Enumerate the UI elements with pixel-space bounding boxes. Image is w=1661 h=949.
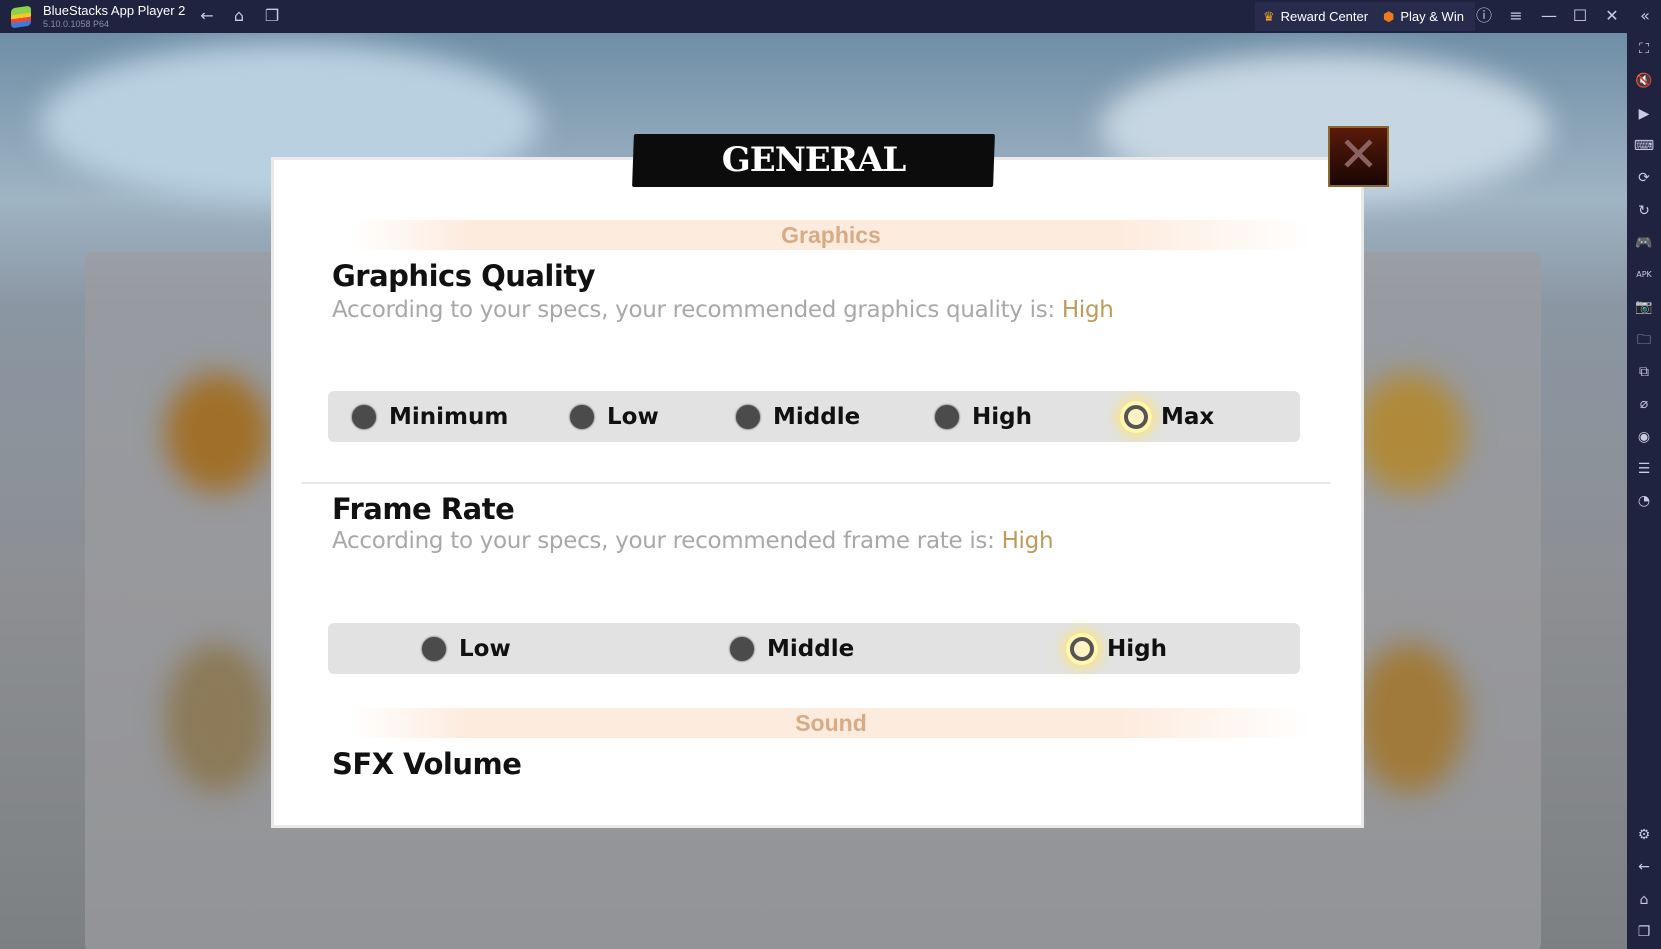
settings-dialog: Graphics Graphics Quality According to y…: [271, 157, 1364, 828]
option-label: Middle: [767, 635, 855, 662]
folder-icon[interactable]: 🗀: [1627, 330, 1661, 350]
reward-center-button[interactable]: ♛ Reward Center: [1255, 2, 1377, 31]
option-max[interactable]: Max: [1124, 391, 1214, 442]
option-label: High: [1107, 635, 1167, 662]
radio-icon[interactable]: [1124, 404, 1148, 429]
option-high[interactable]: High: [935, 391, 1032, 442]
location-icon[interactable]: ◉: [1627, 427, 1661, 447]
frame-rate-options: Low Middle High: [328, 623, 1300, 674]
radio-icon[interactable]: [422, 636, 446, 661]
radio-icon[interactable]: [736, 404, 760, 429]
reward-center-label: Reward Center: [1280, 9, 1369, 24]
divider: [301, 482, 1331, 484]
rotate-icon[interactable]: ↻: [1627, 201, 1661, 221]
graphics-quality-desc: According to your specs, your recommende…: [332, 297, 1114, 323]
frame-rate-title: Frame Rate: [332, 492, 515, 526]
crown-icon: ♛: [1263, 8, 1275, 24]
apk-icon[interactable]: APK: [1627, 265, 1661, 285]
keyboard-icon[interactable]: ⌨: [1627, 136, 1661, 156]
option-label: Minimum: [389, 403, 509, 430]
desc-text: According to your specs, your recommende…: [332, 528, 1002, 554]
bluestacks-logo: [11, 5, 31, 29]
screenshot-icon[interactable]: 📷: [1627, 297, 1661, 317]
option-label: Middle: [773, 403, 861, 430]
back-icon[interactable]: ←: [1627, 857, 1661, 877]
macro-record-icon[interactable]: ⟳: [1627, 168, 1661, 188]
home-icon[interactable]: ⌂: [228, 6, 250, 26]
section-header-sound: Sound: [351, 708, 1311, 738]
graphics-quality-options: Minimum Low Middle High Max: [328, 391, 1300, 442]
recent-apps-icon[interactable]: ❐: [261, 6, 283, 26]
option-middle[interactable]: Middle: [730, 623, 854, 674]
option-label: Low: [459, 635, 511, 662]
close-dialog-button[interactable]: ✕: [1328, 126, 1389, 187]
radio-icon[interactable]: [352, 404, 376, 429]
recommended-value: High: [1061, 297, 1114, 323]
menu-icon[interactable]: ≡: [1505, 6, 1527, 26]
option-middle[interactable]: Middle: [736, 391, 860, 442]
option-high[interactable]: High: [1070, 623, 1167, 674]
multi-instance-icon[interactable]: ⧉: [1627, 362, 1661, 382]
gamepad-icon[interactable]: 🎮: [1627, 233, 1661, 253]
app-title: BlueStacks App Player 2: [43, 3, 186, 18]
option-label: High: [972, 403, 1032, 430]
graphics-quality-title: Graphics Quality: [332, 259, 596, 293]
radio-icon[interactable]: [570, 404, 594, 429]
performance-icon[interactable]: ◔: [1627, 491, 1661, 511]
option-label: Max: [1161, 403, 1215, 430]
app-version: 5.10.0.1058 P64: [43, 19, 110, 29]
play-win-label: Play & Win: [1400, 9, 1464, 24]
collapse-sidebar-icon[interactable]: «: [1634, 6, 1656, 26]
recommended-value: High: [1001, 528, 1054, 554]
minimize-icon[interactable]: —: [1538, 6, 1560, 26]
close-window-icon[interactable]: ✕: [1601, 6, 1623, 26]
pointer-icon[interactable]: ▶: [1627, 104, 1661, 124]
right-sidebar: ⛶ 🔇 ▶ ⌨ ⟳ ↻ 🎮 APK 📷 🗀 ⧉ ⌀ ◉ ☰ ◔ ⚙ ← ⌂ ❐: [1627, 33, 1661, 949]
help-icon[interactable]: ⓘ: [1473, 6, 1495, 26]
maximize-icon[interactable]: ☐: [1569, 6, 1591, 26]
radio-icon[interactable]: [1070, 636, 1094, 661]
home-icon[interactable]: ⌂: [1627, 890, 1661, 910]
dialog-title: GENERAL: [721, 140, 907, 180]
play-win-icon: ⬢: [1383, 8, 1395, 24]
recent-apps-icon[interactable]: ❐: [1627, 922, 1661, 942]
frame-rate-desc: According to your specs, your recommende…: [332, 528, 1054, 554]
close-icon: ✕: [1338, 127, 1379, 183]
play-win-button[interactable]: ⬢ Play & Win: [1375, 2, 1475, 31]
option-label: Low: [607, 403, 659, 430]
radio-icon[interactable]: [935, 404, 959, 429]
titlebar: BlueStacks App Player 2 5.10.0.1058 P64 …: [0, 0, 1661, 33]
option-low[interactable]: Low: [422, 623, 511, 674]
fullscreen-icon[interactable]: ⛶: [1627, 39, 1661, 59]
section-header-graphics: Graphics: [351, 220, 1311, 250]
sfx-volume-title: SFX Volume: [332, 747, 522, 781]
back-icon[interactable]: ←: [196, 6, 218, 26]
option-low[interactable]: Low: [570, 391, 659, 442]
settings-icon[interactable]: ⚙: [1627, 825, 1661, 845]
option-minimum[interactable]: Minimum: [352, 391, 508, 442]
mute-icon[interactable]: 🔇: [1627, 71, 1661, 91]
radio-icon[interactable]: [730, 636, 754, 661]
layers-icon[interactable]: ☰: [1627, 459, 1661, 479]
desc-text: According to your specs, your recommende…: [332, 297, 1062, 323]
eco-mode-icon[interactable]: ⌀: [1627, 394, 1661, 414]
